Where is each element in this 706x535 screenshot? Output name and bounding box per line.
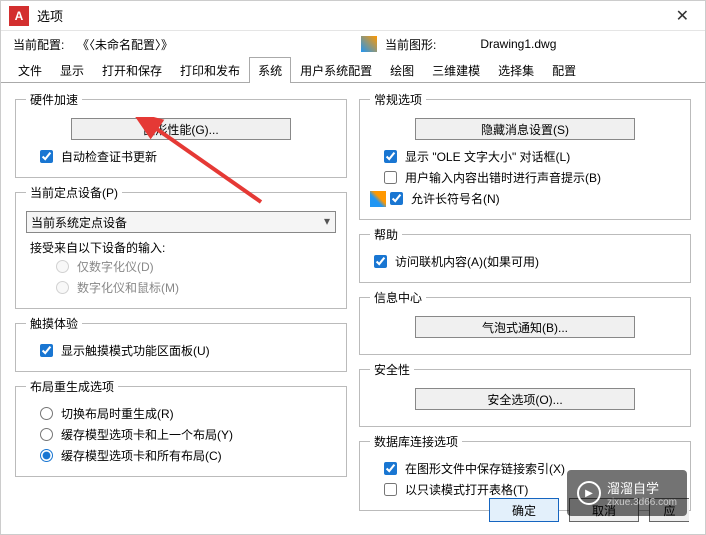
tab-display[interactable]: 显示 [51, 57, 93, 83]
legend-hardware-accel: 硬件加速 [26, 91, 82, 108]
options-dialog: A 选项 ✕ 当前配置: 《〈未命名配置〉》 当前图形: Drawing1.dw… [0, 0, 706, 535]
radio-digitizer-only [56, 260, 69, 273]
right-column: 常规选项 隐藏消息设置(S) 显示 "OLE 文字大小" 对话框(L) 用户输入… [359, 91, 691, 493]
tab-3d[interactable]: 三维建模 [423, 57, 489, 83]
close-button[interactable]: ✕ [668, 6, 697, 26]
graphics-performance-button[interactable]: 图形性能(G)... [71, 118, 291, 140]
chk-online-content[interactable] [374, 255, 387, 268]
group-help: 帮助 访问联机内容(A)(如果可用) [359, 226, 691, 283]
current-drawing-label: 当前图形: [385, 36, 436, 53]
chk-long-symbol[interactable] [390, 192, 403, 205]
radio-regen-switch[interactable] [40, 407, 53, 420]
tab-system[interactable]: 系统 [249, 57, 291, 83]
security-options-button[interactable]: 安全选项(O)... [415, 388, 635, 410]
ok-button[interactable]: 确定 [489, 498, 559, 522]
legend-touch: 触摸体验 [26, 315, 82, 332]
group-security: 安全性 安全选项(O)... [359, 361, 691, 427]
chk-cert-update[interactable] [40, 150, 53, 163]
lbl-regen-switch: 切换布局时重生成(R) [61, 405, 174, 422]
lbl-long-symbol: 允许长符号名(N) [411, 190, 500, 207]
window-title: 选项 [37, 6, 668, 25]
tab-profiles[interactable]: 配置 [543, 57, 585, 83]
chk-touch-ribbon[interactable] [40, 344, 53, 357]
tab-file[interactable]: 文件 [9, 57, 51, 83]
watermark-brand: 溜溜自学 [607, 481, 659, 496]
chk-ole-dialog[interactable] [384, 150, 397, 163]
tab-content: 硬件加速 图形性能(G)... 自动检查证书更新 当前定点设备(P) 接受来自以… [1, 83, 705, 501]
pointing-device-select[interactable] [26, 211, 336, 233]
left-column: 硬件加速 图形性能(G)... 自动检查证书更新 当前定点设备(P) 接受来自以… [15, 91, 347, 493]
group-infocenter: 信息中心 气泡式通知(B)... [359, 289, 691, 355]
legend-security: 安全性 [370, 361, 414, 378]
legend-db-connect: 数据库连接选项 [370, 433, 462, 450]
radio-cache-all[interactable] [40, 449, 53, 462]
lbl-cache-all: 缓存模型选项卡和所有布局(C) [61, 447, 222, 464]
balloon-notify-button[interactable]: 气泡式通知(B)... [415, 316, 635, 338]
lbl-touch-ribbon: 显示触摸模式功能区面板(U) [61, 342, 210, 359]
tab-open-save[interactable]: 打开和保存 [93, 57, 171, 83]
legend-help: 帮助 [370, 226, 402, 243]
legend-pointing: 当前定点设备(P) [26, 184, 122, 201]
legend-infocenter: 信息中心 [370, 289, 426, 306]
radio-cache-last[interactable] [40, 428, 53, 441]
lbl-readonly-tables: 以只读模式打开表格(T) [405, 481, 528, 498]
legend-layout-regen: 布局重生成选项 [26, 378, 118, 395]
dwg-property-icon [370, 191, 386, 207]
lbl-digitizer-mouse: 数字化仪和鼠标(M) [77, 279, 179, 296]
current-drawing-value: Drawing1.dwg [480, 37, 556, 51]
lbl-beep-error: 用户输入内容出错时进行声音提示(B) [405, 169, 601, 186]
group-general: 常规选项 隐藏消息设置(S) 显示 "OLE 文字大小" 对话框(L) 用户输入… [359, 91, 691, 220]
chk-beep-error[interactable] [384, 171, 397, 184]
group-touch: 触摸体验 显示触摸模式功能区面板(U) [15, 315, 347, 372]
accept-input-label: 接受来自以下设备的输入: [26, 239, 336, 256]
group-pointing-device: 当前定点设备(P) 接受来自以下设备的输入: 仅数字化仪(D) 数字化仪和鼠标(… [15, 184, 347, 309]
radio-digitizer-mouse [56, 281, 69, 294]
tab-selection[interactable]: 选择集 [489, 57, 543, 83]
drawing-file-icon [361, 36, 377, 52]
lbl-ole-dialog: 显示 "OLE 文字大小" 对话框(L) [405, 148, 570, 165]
app-logo-icon: A [9, 6, 29, 26]
legend-general: 常规选项 [370, 91, 426, 108]
chk-store-link-index[interactable] [384, 462, 397, 475]
titlebar: A 选项 ✕ [1, 1, 705, 31]
tab-drafting[interactable]: 绘图 [381, 57, 423, 83]
group-hardware-accel: 硬件加速 图形性能(G)... 自动检查证书更新 [15, 91, 347, 178]
lbl-cert-update: 自动检查证书更新 [61, 148, 157, 165]
chk-readonly-tables[interactable] [384, 483, 397, 496]
lbl-online-content: 访问联机内容(A)(如果可用) [395, 253, 539, 270]
watermark-url: zixue.3d66.com [607, 497, 677, 508]
tab-user-pref[interactable]: 用户系统配置 [291, 57, 381, 83]
tab-print-publish[interactable]: 打印和发布 [171, 57, 249, 83]
hidden-message-settings-button[interactable]: 隐藏消息设置(S) [415, 118, 635, 140]
lbl-store-link-index: 在图形文件中保存链接索引(X) [405, 460, 565, 477]
current-profile-value: 《〈未命名配置〉》 [77, 36, 357, 53]
current-profile-label: 当前配置: [13, 36, 73, 53]
play-icon: ▶ [577, 481, 601, 505]
group-layout-regen: 布局重生成选项 切换布局时重生成(R) 缓存模型选项卡和上一个布局(Y) 缓存模… [15, 378, 347, 477]
profile-row: 当前配置: 《〈未命名配置〉》 当前图形: Drawing1.dwg [1, 31, 705, 57]
tab-bar: 文件 显示 打开和保存 打印和发布 系统 用户系统配置 绘图 三维建模 选择集 … [1, 57, 705, 83]
watermark: ▶ 溜溜自学 zixue.3d66.com [567, 470, 687, 516]
lbl-cache-last: 缓存模型选项卡和上一个布局(Y) [61, 426, 233, 443]
lbl-digitizer-only: 仅数字化仪(D) [77, 258, 154, 275]
